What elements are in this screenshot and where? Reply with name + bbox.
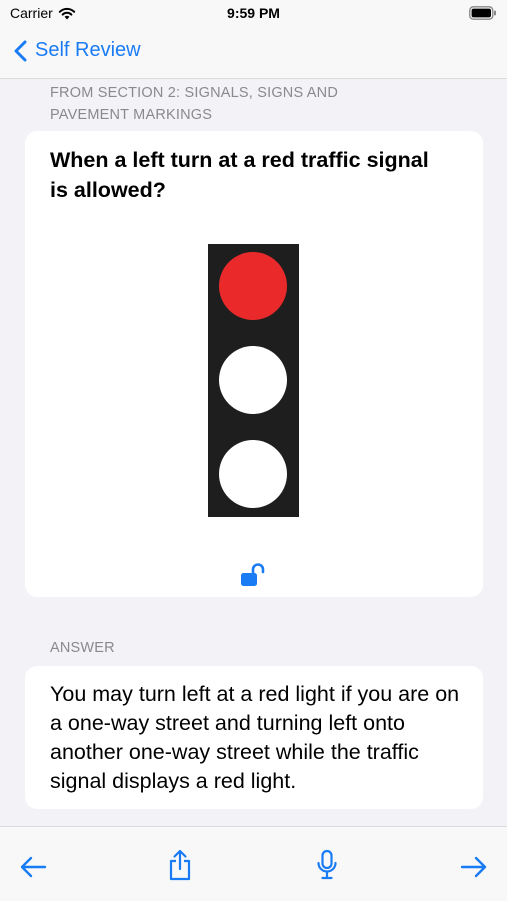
answer-text: You may turn left at a red light if you … [50, 682, 460, 793]
microphone-icon[interactable] [316, 849, 338, 881]
navigation-bar: Self Review [0, 28, 507, 79]
forward-arrow-icon[interactable] [460, 855, 488, 879]
back-button-label: Self Review [35, 39, 141, 61]
chevron-left-icon [14, 40, 27, 61]
status-time: 9:59 PM [227, 5, 280, 21]
bottom-toolbar [0, 826, 507, 901]
answer-card: You may turn left at a red light if you … [25, 666, 483, 809]
question-card: When a left turn at a red traffic signal… [25, 131, 483, 597]
traffic-light-middle-lamp [219, 346, 287, 414]
answer-label: ANSWER [50, 640, 115, 656]
share-icon[interactable] [168, 849, 192, 881]
traffic-light-red-lamp [219, 252, 287, 320]
status-bar: Carrier 9:59 PM [0, 0, 507, 28]
traffic-light-image [208, 244, 299, 517]
question-text: When a left turn at a red traffic signal… [50, 148, 429, 202]
back-button[interactable]: Self Review [14, 39, 141, 62]
section-label: FROM SECTION 2: SIGNALS, SIGNS AND PAVEM… [50, 85, 338, 123]
unlock-icon[interactable] [239, 563, 265, 587]
traffic-light-bottom-lamp [219, 440, 287, 508]
back-arrow-icon[interactable] [19, 855, 47, 879]
battery-icon [469, 6, 496, 20]
